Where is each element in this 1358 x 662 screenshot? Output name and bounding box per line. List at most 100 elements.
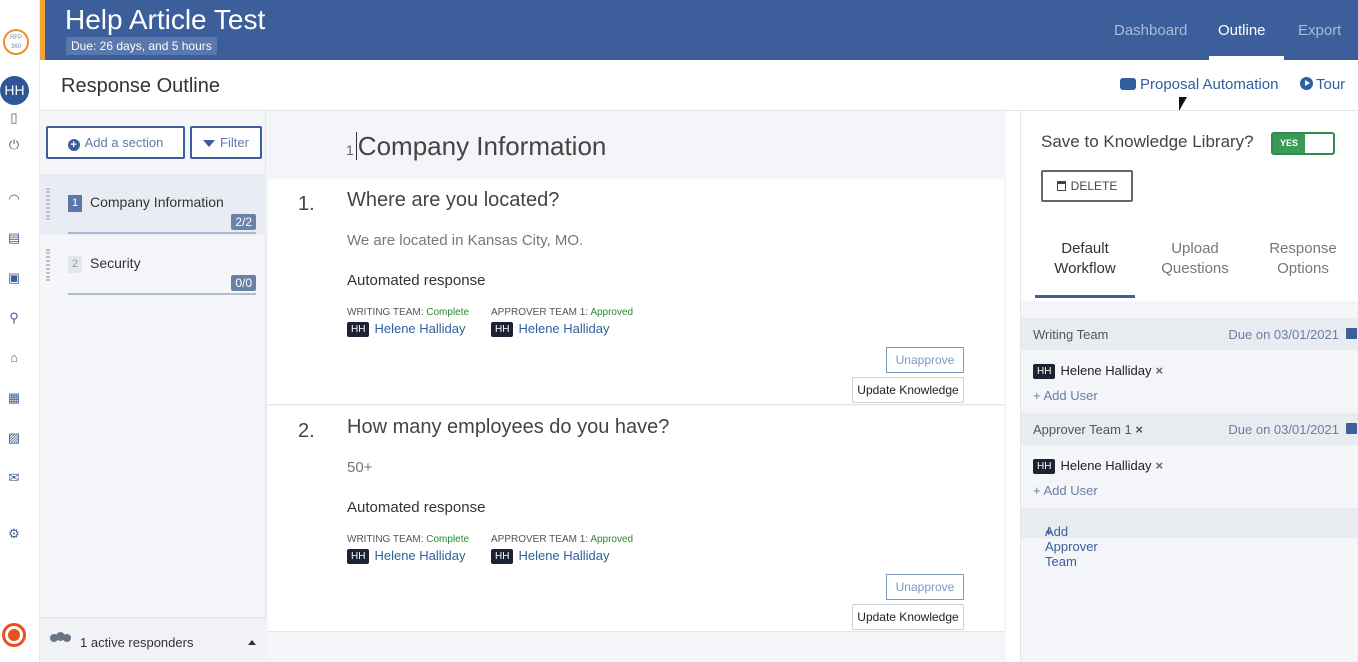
answer-text[interactable]: 50+ [347, 459, 372, 476]
tab-upload-questions[interactable]: Upload Questions [1145, 239, 1245, 279]
save-to-library-label: Save to Knowledge Library? [1041, 132, 1254, 151]
tour-label: Tour [1316, 76, 1346, 93]
approver-team-user[interactable]: HH Helene Halliday [491, 321, 610, 337]
save-to-library-toggle[interactable]: YES [1271, 132, 1335, 155]
page-title: Response Outline [61, 75, 220, 97]
section-count-badge: 2/2 [231, 214, 256, 230]
writing-team-label: WRITING TEAM: Complete [347, 534, 470, 545]
sub-header: Response Outline Proposal Automation Tou… [40, 60, 1358, 111]
mouse-pointer-icon [1179, 97, 1187, 111]
icon-rail: RFP 360 HH ▯ ⏻ ◠ ▤ ▣ ⚲ ⌂ ▦ ▨ ✉ ⚙ [0, 0, 40, 662]
search-icon[interactable]: ⚲ [6, 310, 22, 326]
building-icon[interactable]: ▯ [6, 110, 22, 126]
app-header: Help Article Test Due: 26 days, and 5 ho… [40, 0, 1358, 60]
team-name: Writing Team [1033, 327, 1109, 342]
user-initials-chip: HH [347, 549, 370, 564]
filter-button[interactable]: Filter [190, 126, 262, 159]
plus-circle-icon: + [67, 139, 80, 151]
add-user-link[interactable]: + Add User [1033, 483, 1098, 498]
remove-team-icon[interactable]: × [1135, 422, 1143, 437]
filter-label: Filter [220, 135, 249, 150]
section-heading[interactable]: 1 Company Information [346, 131, 606, 162]
delete-button[interactable]: DELETE [1041, 170, 1133, 202]
user-initials-chip: HH [1033, 364, 1056, 379]
section-item-security[interactable]: 2 Security 0/0 [40, 235, 266, 296]
due-badge: Due: 26 days, and 5 hours [66, 37, 217, 55]
question-text[interactable]: How many employees do you have? [347, 416, 669, 439]
trash-icon [1056, 181, 1066, 191]
section-count-badge: 0/0 [231, 275, 256, 291]
workflow-panel: Save to Knowledge Library? YES DELETE De… [1020, 111, 1358, 662]
sections-panel: + Add a section Filter 1 Company Informat… [40, 111, 266, 662]
nav-export[interactable]: Export [1298, 22, 1341, 39]
member-name: Helene Halliday [1060, 363, 1152, 378]
answer-text[interactable]: We are located in Kansas City, MO. [347, 232, 583, 249]
team-due-date[interactable]: Due on 03/01/2021 [1228, 327, 1339, 342]
unapprove-button[interactable]: Unapprove [886, 347, 964, 373]
automated-response-label: Automated response [347, 499, 486, 516]
tab-default-workflow[interactable]: Default Workflow [1035, 239, 1135, 279]
plus-icon: + [1033, 483, 1044, 498]
add-section-label: Add a section [84, 135, 164, 150]
workflow-panel-top: Save to Knowledge Library? YES DELETE De… [1021, 111, 1358, 301]
question-text[interactable]: Where are you located? [347, 189, 559, 212]
remove-user-icon[interactable]: × [1156, 363, 1164, 378]
unapprove-button[interactable]: Unapprove [886, 574, 964, 600]
caret-up-icon[interactable] [248, 640, 256, 645]
add-approver-team-button[interactable]: + Add Approver Team [1021, 508, 1358, 569]
writing-team-user[interactable]: HH Helene Halliday [347, 321, 466, 337]
user-avatar[interactable]: HH [0, 76, 29, 105]
chart-icon[interactable]: ▨ [6, 430, 22, 446]
update-knowledge-button[interactable]: Update Knowledge [852, 604, 964, 630]
bank-icon[interactable]: ⌂ [6, 350, 22, 366]
user-initials-chip: HH [1033, 459, 1056, 474]
proposal-automation-label: Proposal Automation [1140, 76, 1279, 93]
status-ring-icon[interactable] [2, 623, 26, 647]
tab-active-indicator [1035, 295, 1135, 298]
tour-link[interactable]: Tour [1300, 76, 1345, 93]
writing-team-label: WRITING TEAM: Complete [347, 307, 470, 318]
remove-user-icon[interactable]: × [1156, 458, 1164, 473]
calendar-icon[interactable] [1346, 328, 1357, 339]
document-icon[interactable]: ▤ [6, 230, 22, 246]
app-logo-icon[interactable]: RFP 360 [3, 29, 29, 55]
money-icon[interactable]: ▣ [6, 270, 22, 286]
mail-icon[interactable]: ✉ [6, 470, 22, 486]
question-number: 1. [298, 193, 315, 215]
add-user-link[interactable]: + Add User [1033, 388, 1098, 403]
question-card[interactable]: 1. Where are you located? We are located… [268, 179, 1004, 405]
active-responders-footer[interactable]: 1 active responders [40, 617, 266, 662]
team-due-date[interactable]: Due on 03/01/2021 [1228, 422, 1339, 437]
update-knowledge-button[interactable]: Update Knowledge [852, 377, 964, 403]
approver-status: Approved [590, 534, 634, 545]
section-item-company-information[interactable]: 1 Company Information 2/2 [40, 174, 266, 235]
filter-icon [203, 140, 216, 147]
questions-area: 1 Company Information 1. Where are you lo… [266, 111, 1006, 662]
writing-team-user[interactable]: HH Helene Halliday [347, 548, 466, 564]
toggle-on-label: YES [1273, 134, 1305, 153]
member-name: Helene Halliday [1060, 458, 1152, 473]
users-icon [50, 632, 71, 646]
proposal-automation-link[interactable]: Proposal Automation [1120, 76, 1278, 93]
dashboard-gauge-icon[interactable]: ◠ [6, 191, 22, 207]
calendar-icon[interactable] [1346, 423, 1357, 434]
power-icon[interactable]: ⏻ [6, 137, 22, 153]
plus-icon: + [1033, 388, 1044, 403]
question-card[interactable]: 2. How many employees do you have? 50+ A… [268, 406, 1004, 632]
delete-label: DELETE [1070, 179, 1118, 193]
active-responders-label: 1 active responders [80, 635, 194, 650]
clipboard-icon[interactable]: ▦ [6, 390, 22, 406]
user-initials-chip: HH [491, 322, 514, 337]
nav-dashboard[interactable]: Dashboard [1114, 22, 1187, 39]
nav-outline[interactable]: Outline [1218, 22, 1266, 39]
drag-handle-icon[interactable] [46, 249, 50, 281]
tab-response-options[interactable]: Response Options [1253, 239, 1353, 279]
gear-icon[interactable]: ⚙ [6, 526, 22, 542]
user-initials-chip: HH [491, 549, 514, 564]
section-heading-number: 1 [346, 142, 354, 158]
approver-team-label: APPROVER TEAM 1: Approved [491, 307, 634, 318]
team-name: Approver Team 1 × [1033, 422, 1143, 437]
drag-handle-icon[interactable] [46, 188, 50, 220]
approver-team-user[interactable]: HH Helene Halliday [491, 548, 610, 564]
add-section-button[interactable]: + Add a section [46, 126, 185, 159]
